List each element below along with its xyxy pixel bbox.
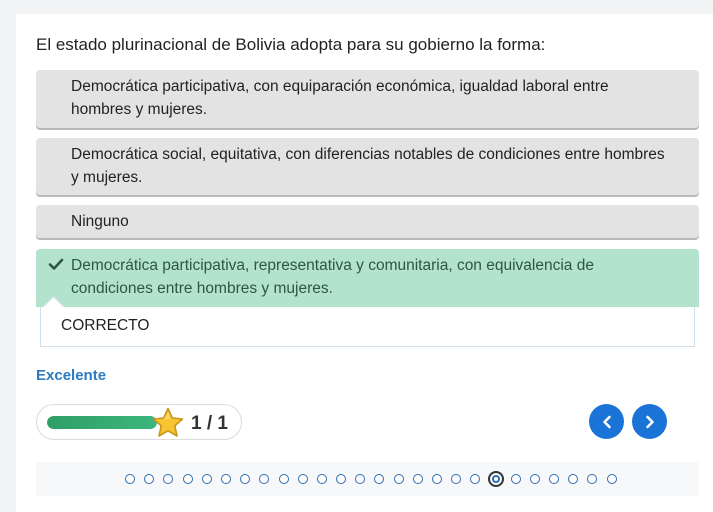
question-pagination xyxy=(36,462,699,496)
chevron-right-icon xyxy=(645,415,654,428)
pagination-dot[interactable] xyxy=(220,474,231,484)
pagination-dot[interactable] xyxy=(240,474,251,484)
answer-option-1[interactable]: Democrática participativa, con equiparac… xyxy=(36,70,699,128)
pagination-dot[interactable] xyxy=(606,474,617,484)
pagination-dot[interactable] xyxy=(587,474,598,484)
pagination-dot[interactable] xyxy=(259,474,270,484)
question-text: El estado plurinacional de Bolivia adopt… xyxy=(36,35,546,54)
pagination-dots xyxy=(125,471,626,487)
pagination-dot[interactable] xyxy=(355,474,366,484)
pagination-dot[interactable] xyxy=(432,474,442,484)
progress-bar xyxy=(47,416,157,429)
pagination-dot[interactable] xyxy=(451,474,462,484)
progress-bar-fill xyxy=(47,416,157,429)
pagination-dot[interactable] xyxy=(297,474,308,484)
answer-option-label: Democrática participativa, con equiparac… xyxy=(71,78,609,118)
pagination-dot[interactable] xyxy=(548,474,559,484)
pagination-dot[interactable] xyxy=(278,474,289,484)
answer-option-2[interactable]: Democrática social, equitativa, con dife… xyxy=(36,138,699,195)
pagination-dot[interactable] xyxy=(568,474,579,484)
pagination-dot[interactable] xyxy=(182,474,193,484)
pagination-dot[interactable] xyxy=(374,474,385,484)
pagination-dot[interactable] xyxy=(316,474,327,484)
pagination-dot[interactable] xyxy=(470,474,481,484)
pagination-dot[interactable] xyxy=(529,474,540,484)
previous-question-button[interactable] xyxy=(589,404,624,439)
score-text: 1 / 1 xyxy=(191,413,228,434)
feedback-box: CORRECTO xyxy=(40,307,695,347)
pagination-dot[interactable] xyxy=(336,474,347,484)
pagination-dot[interactable] xyxy=(144,474,155,484)
pagination-dot[interactable] xyxy=(510,474,521,484)
answer-option-3[interactable]: Ninguno xyxy=(36,205,699,238)
next-question-button[interactable] xyxy=(632,404,667,439)
result-message: Excelente xyxy=(36,367,107,384)
check-icon xyxy=(48,258,64,270)
pagination-dot[interactable] xyxy=(412,474,423,484)
answer-option-label: Ninguno xyxy=(71,213,129,230)
pagination-dot[interactable] xyxy=(163,474,174,484)
chevron-left-icon xyxy=(602,415,611,428)
question-card: El estado plurinacional de Bolivia adopt… xyxy=(16,14,713,512)
pagination-dot[interactable] xyxy=(125,474,135,484)
answer-option-4-correct[interactable]: Democrática participativa, representativ… xyxy=(36,249,699,307)
feedback-text: CORRECTO xyxy=(61,317,150,334)
answer-option-label: Democrática participativa, representativ… xyxy=(71,257,594,297)
pagination-dot-current[interactable] xyxy=(487,471,504,487)
progress-indicator: 1 / 1 xyxy=(36,404,242,440)
star-icon xyxy=(152,407,184,437)
pagination-dot[interactable] xyxy=(393,474,404,484)
pagination-dot[interactable] xyxy=(201,474,212,484)
answer-option-label: Democrática social, equitativa, con dife… xyxy=(71,146,665,186)
